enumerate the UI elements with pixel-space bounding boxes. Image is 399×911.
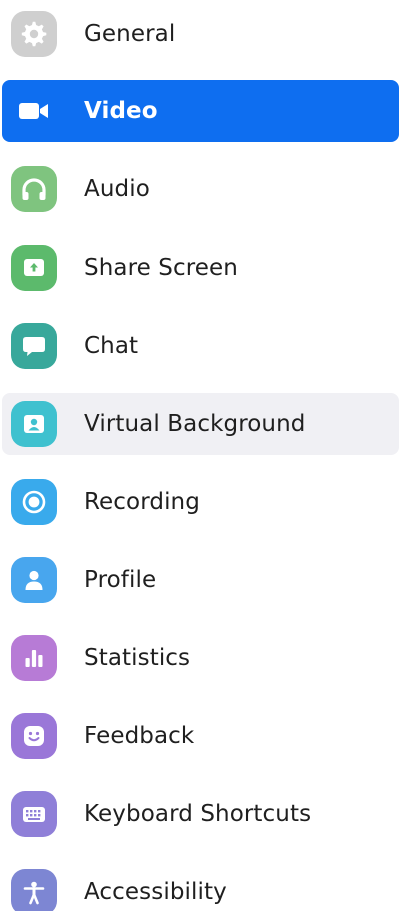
headphones-icon bbox=[11, 166, 57, 212]
chat-bubble-icon bbox=[11, 323, 57, 369]
sidebar-item-label: Audio bbox=[84, 176, 150, 202]
sidebar-item-label: Chat bbox=[84, 333, 139, 359]
sidebar-item-label: Video bbox=[84, 98, 158, 124]
sidebar-item-label: Profile bbox=[84, 567, 157, 593]
sidebar-item-chat[interactable]: Chat bbox=[2, 315, 399, 377]
sidebar-item-video[interactable]: Video bbox=[2, 80, 399, 142]
keyboard-icon bbox=[11, 791, 57, 837]
settings-sidebar: General Video Audio Share Screen Chat Vi… bbox=[0, 0, 399, 911]
sidebar-item-label: General bbox=[84, 21, 176, 47]
sidebar-item-label: Statistics bbox=[84, 645, 191, 671]
sidebar-item-label: Feedback bbox=[84, 723, 195, 749]
sidebar-item-share-screen[interactable]: Share Screen bbox=[2, 237, 399, 299]
sidebar-item-virtual-background[interactable]: Virtual Background bbox=[2, 393, 399, 455]
sidebar-item-label: Keyboard Shortcuts bbox=[84, 801, 312, 827]
sidebar-item-label: Virtual Background bbox=[84, 411, 306, 437]
sidebar-item-profile[interactable]: Profile bbox=[2, 549, 399, 611]
sidebar-item-statistics[interactable]: Statistics bbox=[2, 627, 399, 689]
share-screen-icon bbox=[11, 245, 57, 291]
sidebar-item-keyboard-shortcuts[interactable]: Keyboard Shortcuts bbox=[2, 783, 399, 845]
sidebar-item-label: Recording bbox=[84, 489, 200, 515]
sidebar-item-general[interactable]: General bbox=[2, 3, 399, 65]
accessibility-icon bbox=[11, 869, 57, 911]
person-frame-icon bbox=[11, 401, 57, 447]
video-camera-icon bbox=[11, 88, 57, 134]
sidebar-item-label: Share Screen bbox=[84, 255, 238, 281]
smiley-face-icon bbox=[11, 713, 57, 759]
record-icon bbox=[11, 479, 57, 525]
sidebar-item-audio[interactable]: Audio bbox=[2, 158, 399, 220]
sidebar-item-feedback[interactable]: Feedback bbox=[2, 705, 399, 767]
gear-icon bbox=[11, 11, 57, 57]
sidebar-item-recording[interactable]: Recording bbox=[2, 471, 399, 533]
sidebar-item-label: Accessibility bbox=[84, 879, 227, 905]
person-icon bbox=[11, 557, 57, 603]
sidebar-item-accessibility[interactable]: Accessibility bbox=[2, 861, 399, 911]
bar-chart-icon bbox=[11, 635, 57, 681]
